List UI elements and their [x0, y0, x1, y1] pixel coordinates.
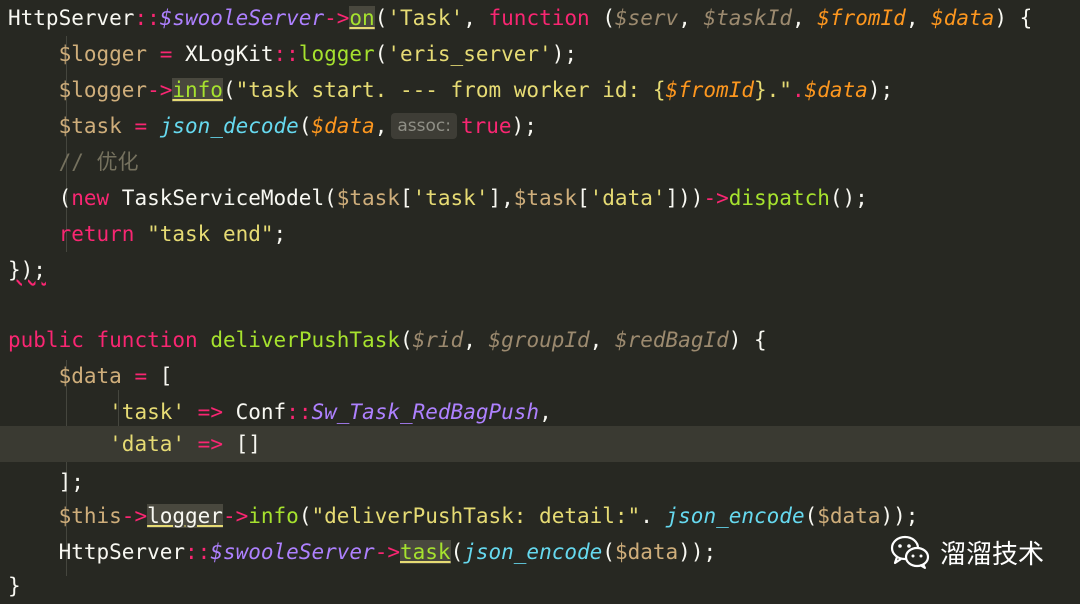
code-line-14[interactable]: ]; [0, 464, 1080, 500]
watermark: 溜溜技术 [890, 532, 1044, 572]
code-line-15[interactable]: $this->logger->info("deliverPushTask: de… [0, 498, 1080, 534]
code-line-3[interactable]: $logger->info("task start. --- from work… [0, 72, 1080, 108]
code-line-6[interactable]: (new TaskServiceModel($task['task'],$tas… [0, 180, 1080, 216]
code-line-12[interactable]: 'task' => Conf::Sw_Task_RedBagPush, [0, 394, 1080, 430]
code-line-13-active[interactable]: 'data' => [] [0, 426, 1080, 462]
code-line-5[interactable]: // 优化 [0, 144, 1080, 180]
code-line-7[interactable]: return "task end"; [0, 216, 1080, 252]
code-line-2[interactable]: $logger = XLogKit::logger('eris_server')… [0, 36, 1080, 72]
code-line-9[interactable] [0, 288, 1080, 324]
code-line-17[interactable]: } [0, 568, 1080, 604]
code-line-8[interactable]: }); [0, 252, 1080, 288]
code-line-1[interactable]: HttpServer::$swooleServer->on('Task', fu… [0, 0, 1080, 36]
code-editor[interactable]: HttpServer::$swooleServer->on('Task', fu… [0, 0, 1080, 600]
wechat-icon [890, 535, 930, 569]
code-line-11[interactable]: $data = [ [0, 358, 1080, 394]
code-line-4[interactable]: $task = json_decode($data, assoc: true); [0, 108, 1080, 144]
code-comment: // 优化 [8, 150, 139, 174]
code-line-10[interactable]: public function deliverPushTask($rid, $g… [0, 322, 1080, 358]
parameter-hint: assoc: [391, 113, 457, 139]
watermark-text: 溜溜技术 [939, 539, 1044, 570]
